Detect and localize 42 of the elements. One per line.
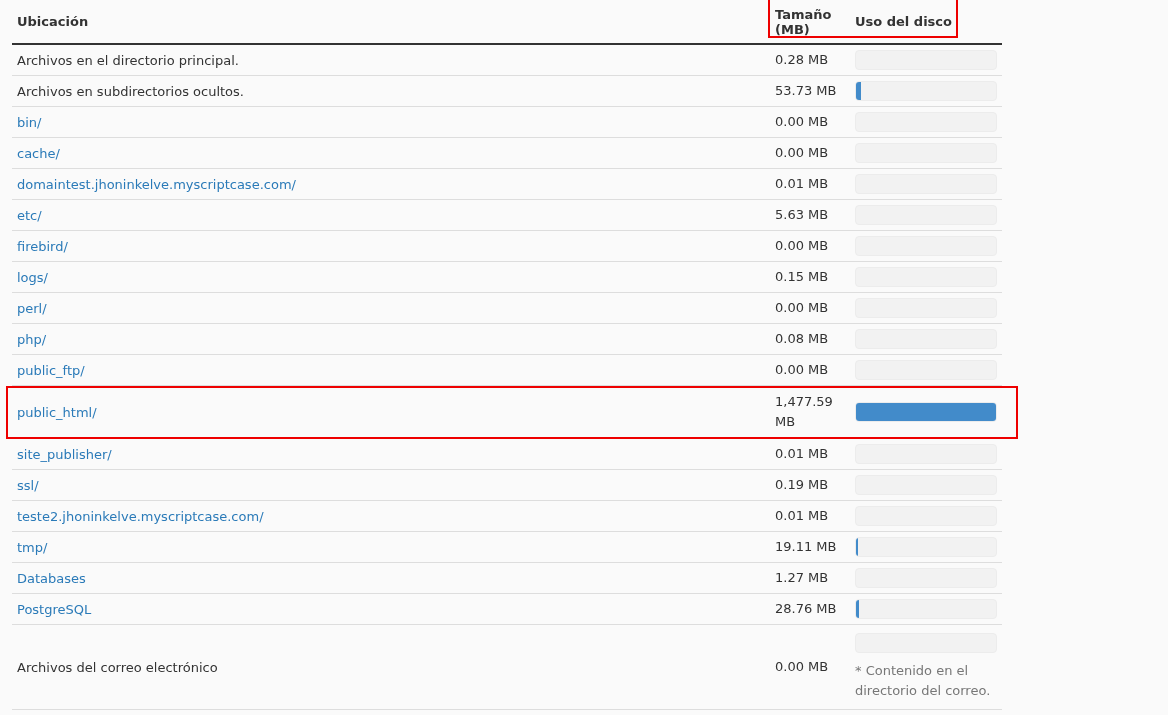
size-text: 28.76 MB xyxy=(775,600,837,618)
size-text: 0.00 MB xyxy=(775,299,829,317)
size-text: 0.01 MB xyxy=(775,507,829,525)
location-text: Archivos en subdirectorios ocultos. xyxy=(17,83,244,99)
note-text: * Contenido en el directorio del correo. xyxy=(855,662,992,700)
size-text: 0.15 MB xyxy=(775,268,829,286)
location-text: Archivos del correo electrónico xyxy=(17,659,218,675)
folder-link[interactable]: php/ xyxy=(17,331,47,347)
folder-link[interactable]: PostgreSQL xyxy=(17,601,92,617)
folder-link[interactable]: cache/ xyxy=(17,145,60,161)
folder-link[interactable]: tmp/ xyxy=(17,539,48,555)
folder-link[interactable]: ssl/ xyxy=(17,477,39,493)
folder-link[interactable]: etc/ xyxy=(17,207,42,223)
size-text: 5.63 MB xyxy=(775,206,829,224)
column-header: Ubicación xyxy=(17,14,89,29)
folder-link[interactable]: bin/ xyxy=(17,114,42,130)
size-text: 0.00 MB xyxy=(775,237,829,255)
size-text: 0.01 MB xyxy=(775,175,829,193)
folder-link[interactable]: logs/ xyxy=(17,269,48,285)
size-text: 0.00 MB xyxy=(775,658,829,676)
folder-link[interactable]: teste2.jhoninkelve.myscriptcase.com/ xyxy=(17,508,264,524)
size-text: 0.00 MB xyxy=(775,361,829,379)
size-text: 19.11 MB xyxy=(775,538,837,556)
size-text: 1,477.59 MB xyxy=(775,393,834,431)
folder-link[interactable]: Databases xyxy=(17,570,86,586)
folder-link[interactable]: firebird/ xyxy=(17,238,68,254)
location-text: Archivos en el directorio principal. xyxy=(17,52,239,68)
folder-link[interactable]: site_publisher/ xyxy=(17,446,112,462)
folder-link[interactable]: public_html/ xyxy=(17,404,97,420)
size-text: 53.73 MB xyxy=(775,82,837,100)
size-text: 0.28 MB xyxy=(775,51,829,69)
size-text: 0.08 MB xyxy=(775,330,829,348)
folder-link[interactable]: perl/ xyxy=(17,300,47,316)
size-text: 0.19 MB xyxy=(775,476,829,494)
size-text: 0.01 MB xyxy=(775,445,829,463)
size-text: 1.27 MB xyxy=(775,569,829,587)
size-text: 0.00 MB xyxy=(775,113,829,131)
folder-link[interactable]: public_ftp/ xyxy=(17,362,85,378)
folder-link[interactable]: domaintest.jhoninkelve.myscriptcase.com/ xyxy=(17,176,296,192)
column-header: Tamaño (MB) xyxy=(775,6,833,37)
size-text: 0.00 MB xyxy=(775,144,829,162)
column-header: Uso del disco xyxy=(855,14,952,29)
